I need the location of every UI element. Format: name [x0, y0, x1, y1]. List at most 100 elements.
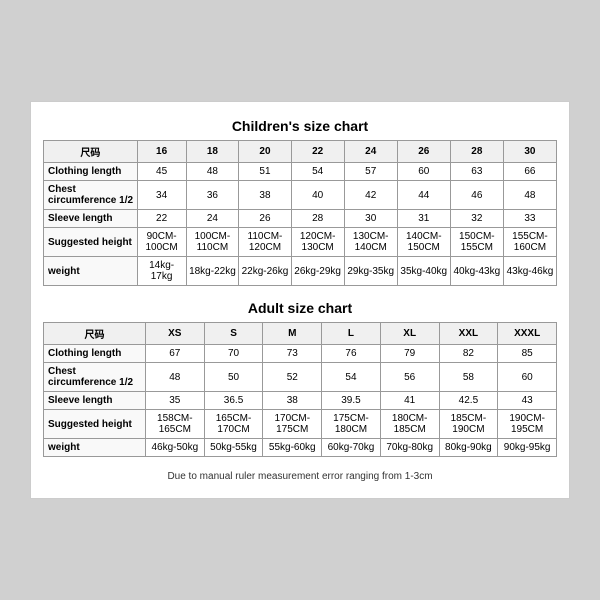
row-cell: 45: [137, 163, 186, 181]
size-chart-card: Children's size chart 尺码1618202224262830…: [30, 101, 570, 499]
table-row: Clothing length67707376798285: [44, 345, 557, 363]
row-cell: 48: [503, 181, 556, 210]
adult-header-cell: M: [263, 323, 322, 345]
row-cell: 130CM-140CM: [344, 228, 397, 257]
row-label: Clothing length: [44, 345, 146, 363]
row-cell: 24: [186, 210, 239, 228]
row-cell: 26kg-29kg: [291, 257, 344, 286]
row-label: Clothing length: [44, 163, 138, 181]
adult-header-cell: S: [204, 323, 263, 345]
row-cell: 38: [263, 392, 322, 410]
children-header-cell: 20: [239, 141, 291, 163]
children-table-body: Clothing length4548515457606366Chest cir…: [44, 163, 557, 286]
row-cell: 100CM-110CM: [186, 228, 239, 257]
row-cell: 36.5: [204, 392, 263, 410]
row-cell: 54: [291, 163, 344, 181]
row-cell: 56: [380, 363, 439, 392]
row-cell: 66: [503, 163, 556, 181]
children-size-table: 尺码1618202224262830 Clothing length454851…: [43, 140, 557, 286]
table-row: weight14kg-17kg18kg-22kg22kg-26kg26kg-29…: [44, 257, 557, 286]
children-table-header: 尺码1618202224262830: [44, 141, 557, 163]
row-label: Chest circumference 1/2: [44, 363, 146, 392]
adult-header-cell: XL: [380, 323, 439, 345]
adult-table-body: Clothing length67707376798285Chest circu…: [44, 345, 557, 457]
row-cell: 46kg-50kg: [145, 439, 204, 457]
row-cell: 30: [344, 210, 397, 228]
row-cell: 185CM-190CM: [439, 410, 498, 439]
children-header-cell: 24: [344, 141, 397, 163]
row-cell: 51: [239, 163, 291, 181]
row-label: Sleeve length: [44, 392, 146, 410]
row-label: Suggested height: [44, 410, 146, 439]
row-cell: 34: [137, 181, 186, 210]
row-cell: 170CM-175CM: [263, 410, 322, 439]
table-row: Suggested height90CM-100CM100CM-110CM110…: [44, 228, 557, 257]
row-cell: 54: [322, 363, 381, 392]
row-cell: 58: [439, 363, 498, 392]
row-cell: 35kg-40kg: [397, 257, 450, 286]
row-label: Suggested height: [44, 228, 138, 257]
row-cell: 158CM-165CM: [145, 410, 204, 439]
row-cell: 31: [397, 210, 450, 228]
adult-table-header: 尺码XSSMLXLXXLXXXL: [44, 323, 557, 345]
row-cell: 50kg-55kg: [204, 439, 263, 457]
row-cell: 38: [239, 181, 291, 210]
row-cell: 140CM-150CM: [397, 228, 450, 257]
adult-size-table: 尺码XSSMLXLXXLXXXL Clothing length67707376…: [43, 322, 557, 457]
measurement-note: Due to manual ruler measurement error ra…: [43, 471, 557, 482]
row-cell: 39.5: [322, 392, 381, 410]
row-cell: 41: [380, 392, 439, 410]
row-cell: 110CM-120CM: [239, 228, 291, 257]
row-cell: 70: [204, 345, 263, 363]
row-cell: 60: [397, 163, 450, 181]
row-cell: 46: [450, 181, 503, 210]
children-header-cell: 22: [291, 141, 344, 163]
row-cell: 48: [145, 363, 204, 392]
table-row: Chest circumference 1/23436384042444648: [44, 181, 557, 210]
row-cell: 79: [380, 345, 439, 363]
row-cell: 73: [263, 345, 322, 363]
row-cell: 90kg-95kg: [498, 439, 557, 457]
row-cell: 33: [503, 210, 556, 228]
table-row: Suggested height158CM-165CM165CM-170CM17…: [44, 410, 557, 439]
children-header-cell: 18: [186, 141, 239, 163]
row-cell: 60: [498, 363, 557, 392]
row-label: weight: [44, 439, 146, 457]
row-cell: 57: [344, 163, 397, 181]
row-cell: 36: [186, 181, 239, 210]
row-cell: 67: [145, 345, 204, 363]
table-row: Clothing length4548515457606366: [44, 163, 557, 181]
row-cell: 150CM-155CM: [450, 228, 503, 257]
children-header-cell: 26: [397, 141, 450, 163]
row-cell: 90CM-100CM: [137, 228, 186, 257]
children-header-cell: 30: [503, 141, 556, 163]
row-cell: 155CM-160CM: [503, 228, 556, 257]
row-cell: 22: [137, 210, 186, 228]
row-cell: 42.5: [439, 392, 498, 410]
row-cell: 43kg-46kg: [503, 257, 556, 286]
children-header-cell: 28: [450, 141, 503, 163]
row-cell: 55kg-60kg: [263, 439, 322, 457]
row-cell: 35: [145, 392, 204, 410]
row-cell: 80kg-90kg: [439, 439, 498, 457]
row-cell: 29kg-35kg: [344, 257, 397, 286]
row-cell: 70kg-80kg: [380, 439, 439, 457]
row-cell: 52: [263, 363, 322, 392]
table-row: weight46kg-50kg50kg-55kg55kg-60kg60kg-70…: [44, 439, 557, 457]
row-cell: 175CM-180CM: [322, 410, 381, 439]
row-cell: 76: [322, 345, 381, 363]
adult-header-cell: XXXL: [498, 323, 557, 345]
row-cell: 190CM-195CM: [498, 410, 557, 439]
children-chart-title: Children's size chart: [43, 118, 557, 134]
row-cell: 85: [498, 345, 557, 363]
adult-header-cell: L: [322, 323, 381, 345]
row-cell: 32: [450, 210, 503, 228]
row-cell: 43: [498, 392, 557, 410]
adult-chart-title: Adult size chart: [43, 300, 557, 316]
row-cell: 26: [239, 210, 291, 228]
children-header-cell: 尺码: [44, 141, 138, 163]
row-cell: 60kg-70kg: [322, 439, 381, 457]
adult-header-cell: XXL: [439, 323, 498, 345]
row-cell: 18kg-22kg: [186, 257, 239, 286]
row-cell: 165CM-170CM: [204, 410, 263, 439]
